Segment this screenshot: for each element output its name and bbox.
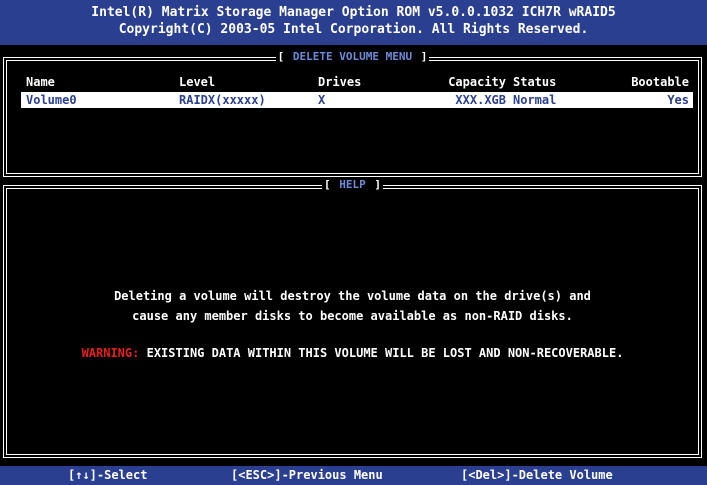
volume-drives: X — [318, 93, 326, 107]
column-bootable: Bootable — [631, 75, 689, 89]
volume-table-header: Name Level Drives Capacity Status Bootab… — [21, 74, 693, 90]
column-drives: Drives — [318, 75, 362, 89]
previous-menu-key-hint: [<ESC>]-Previous Menu — [231, 468, 383, 482]
copyright-line: Copyright(C) 2003-05 Intel Corporation. … — [118, 22, 589, 37]
column-name: Name — [26, 75, 55, 89]
rom-title: Intel(R) Matrix Storage Manager Option R… — [91, 5, 616, 20]
delete-volume-key-hint: [<Del>]-Delete Volume — [461, 468, 613, 482]
volume-bootable: Yes — [667, 93, 689, 107]
delete-volume-panel: [ DELETE VOLUME MENU ] Name Level Drives… — [3, 50, 702, 177]
volume-name: Volume0 — [26, 93, 77, 107]
delete-volume-menu-title: DELETE VOLUME MENU — [290, 50, 415, 63]
column-level: Level — [179, 75, 216, 89]
title-bar: Intel(R) Matrix Storage Manager Option R… — [0, 0, 707, 45]
help-panel: [ HELP ] Deleting a volume will destroy … — [3, 178, 702, 458]
volume-row-selected[interactable]: Volume0 RAIDX(xxxxx) X XXX.XGB Normal Ye… — [21, 92, 693, 108]
help-text-line-1: Deleting a volume will destroy the volum… — [114, 289, 591, 303]
select-key-hint: [↑↓]-Select — [68, 468, 148, 482]
volume-capacity: XXX.XGB — [455, 93, 506, 107]
column-status: Status — [513, 75, 557, 89]
warning-message: WARNING: EXISTING DATA WITHIN THIS VOLUM… — [7, 345, 698, 361]
volume-status: Normal — [513, 93, 557, 107]
delete-volume-panel-title: [ DELETE VOLUME MENU ] — [275, 50, 430, 63]
key-hints-bar: [↑↓]-Select [<ESC>]-Previous Menu [<Del>… — [0, 466, 707, 485]
help-panel-title: [ HELP ] — [322, 178, 383, 191]
warning-label: WARNING: — [81, 346, 140, 360]
column-capacity: Capacity — [448, 75, 506, 89]
help-text-line-2: cause any member disks to become availab… — [132, 309, 573, 323]
warning-text: EXISTING DATA WITHIN THIS VOLUME WILL BE… — [146, 346, 624, 360]
volume-level: RAIDX(xxxxx) — [179, 93, 266, 107]
help-title: HELP — [337, 178, 368, 191]
